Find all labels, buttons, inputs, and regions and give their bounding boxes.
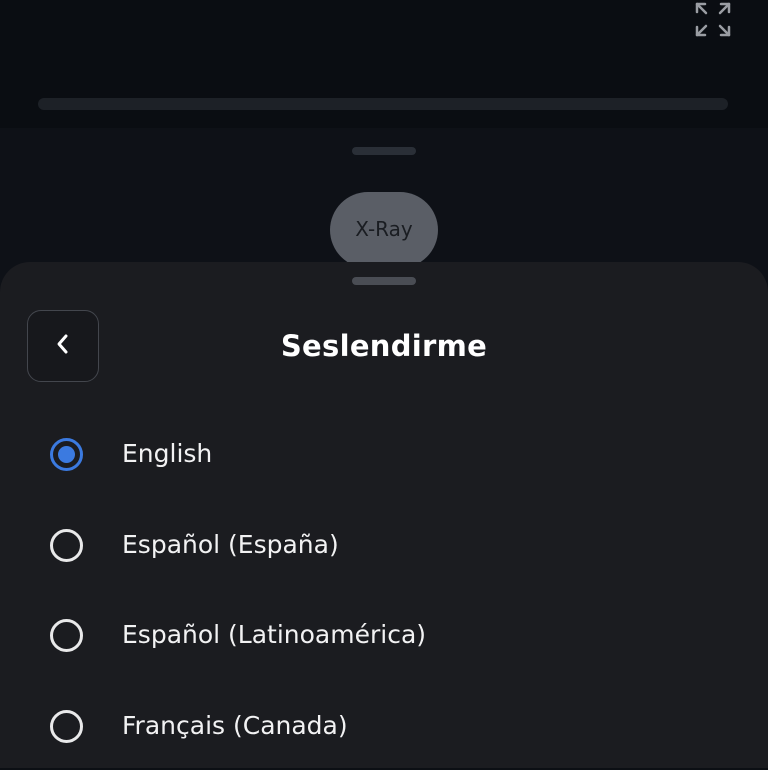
expand-icon[interactable] bbox=[692, 0, 734, 40]
sheet-title: Seslendirme bbox=[280, 329, 488, 363]
progress-track[interactable] bbox=[38, 98, 728, 110]
option-label: Español (Latinoamérica) bbox=[122, 620, 427, 649]
radio-unselected[interactable] bbox=[50, 710, 83, 743]
option-espanol-espana[interactable]: Español (España) bbox=[0, 499, 768, 589]
option-english[interactable]: English bbox=[0, 408, 768, 498]
radio-unselected[interactable] bbox=[50, 529, 83, 562]
option-francais-canada[interactable]: Français (Canada) bbox=[0, 680, 768, 770]
radio-unselected[interactable] bbox=[50, 619, 83, 652]
radio-selected[interactable] bbox=[50, 438, 83, 471]
option-label: Español (España) bbox=[122, 530, 339, 559]
sheet-drag-handle[interactable] bbox=[352, 277, 416, 285]
audio-language-sheet: Seslendirme English Español (España) Esp… bbox=[0, 262, 768, 768]
xray-button[interactable]: X-Ray bbox=[330, 192, 438, 268]
option-espanol-latinoamerica[interactable]: Español (Latinoamérica) bbox=[0, 589, 768, 679]
option-label: English bbox=[122, 439, 213, 468]
xray-label: X-Ray bbox=[355, 217, 413, 241]
option-label: Français (Canada) bbox=[122, 711, 348, 740]
drag-handle[interactable] bbox=[352, 147, 416, 155]
